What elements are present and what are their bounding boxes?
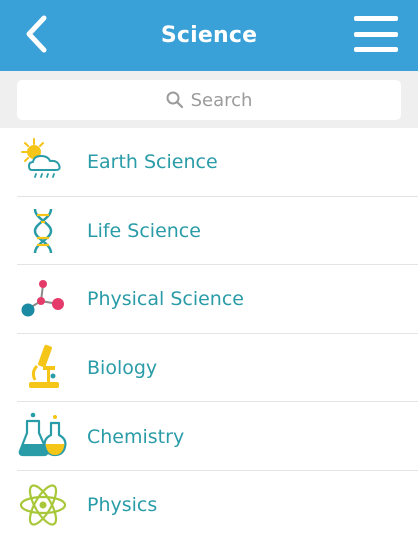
app-screen: Science Search Earth Science Life Scienc…	[0, 0, 418, 539]
atom-icon	[17, 479, 69, 531]
dna-icon	[17, 205, 69, 257]
list-item-label: Biology	[87, 357, 158, 380]
microscope-icon	[17, 342, 69, 394]
list-item-label: Chemistry	[87, 425, 185, 448]
search-placeholder: Search	[190, 89, 253, 111]
search-icon	[166, 91, 183, 109]
menu-line	[354, 31, 398, 37]
list-item-physics[interactable]: Physics	[0, 471, 418, 539]
flask-icon	[17, 411, 69, 463]
header-bar: Science	[0, 0, 418, 71]
hamburger-menu-icon	[354, 16, 398, 21]
list-item-life-science[interactable]: Life Science	[0, 197, 418, 266]
list-item-label: Physical Science	[87, 288, 244, 311]
list-item-label: Earth Science	[87, 151, 218, 174]
list-item-chemistry[interactable]: Chemistry	[0, 402, 418, 471]
molecule-icon	[17, 273, 69, 325]
search-input[interactable]: Search	[17, 80, 401, 120]
category-list: Earth Science Life Science Physical Scie…	[0, 128, 418, 539]
weather-cloud-sun-icon	[17, 136, 69, 188]
list-item-label: Life Science	[87, 219, 201, 242]
list-item-physical-science[interactable]: Physical Science	[0, 265, 418, 334]
list-item-earth-science[interactable]: Earth Science	[0, 128, 418, 197]
list-item-biology[interactable]: Biology	[0, 334, 418, 403]
menu-button[interactable]	[354, 16, 398, 52]
search-bar-container: Search	[0, 71, 418, 128]
menu-line	[354, 47, 398, 52]
list-item-label: Physics	[87, 494, 158, 517]
